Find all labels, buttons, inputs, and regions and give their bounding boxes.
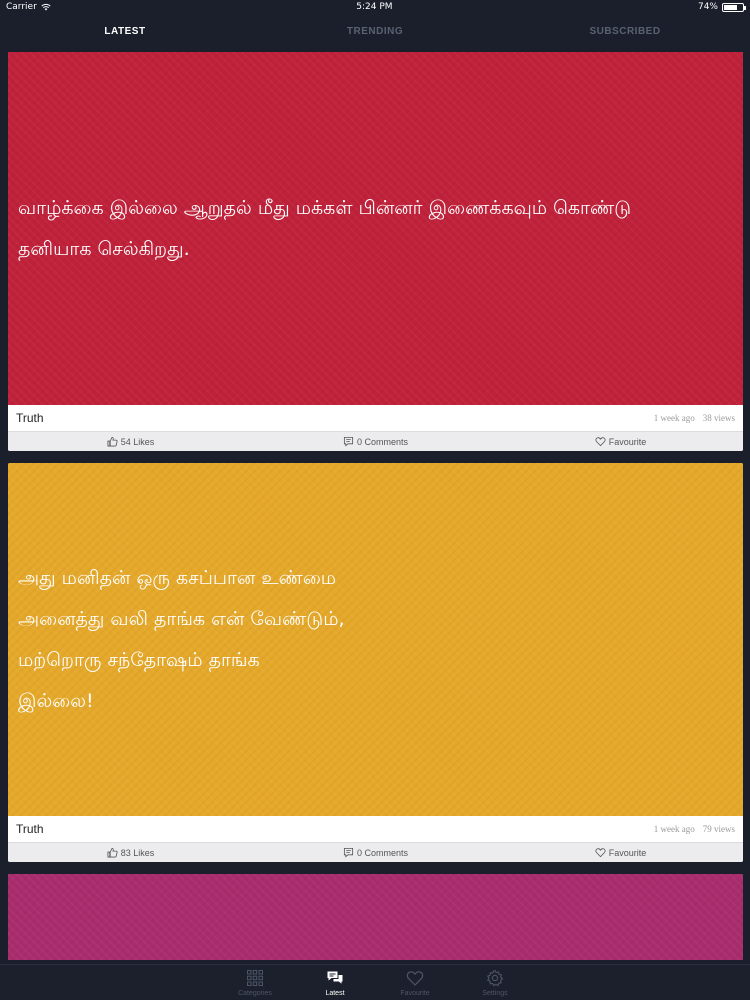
quote-feed: வாழ்க்கை இல்லை ஆறுதல் மீது மக்கள் பின்னர…: [8, 52, 743, 972]
heart-icon: [595, 848, 606, 858]
battery-fill: [724, 4, 738, 10]
heart-icon: [406, 970, 424, 986]
wifi-icon: [41, 3, 51, 11]
tab-subscribed[interactable]: SUBSCRIBED: [500, 26, 750, 37]
comment-icon: [343, 436, 354, 447]
favourite-button[interactable]: Favourite: [498, 847, 743, 858]
comments-button[interactable]: 0 Comments: [253, 847, 498, 858]
battery-percent: 74%: [697, 2, 718, 12]
thumbs-up-icon: [107, 436, 118, 447]
carrier-label: Carrier: [6, 2, 37, 12]
nav-settings[interactable]: Settings: [469, 965, 521, 1000]
tab-trending[interactable]: TRENDING: [250, 26, 500, 37]
time-ago: 1 week ago: [653, 413, 695, 423]
quote-line: அனைத்து வலி தாங்க என் வேண்டும்,: [18, 607, 345, 630]
like-button[interactable]: 54 Likes: [8, 436, 253, 447]
like-button[interactable]: 83 Likes: [8, 847, 253, 858]
comments-button[interactable]: 0 Comments: [253, 436, 498, 447]
card-category[interactable]: Truth: [16, 411, 44, 425]
thumbs-up-icon: [107, 847, 118, 858]
likes-label: 54 Likes: [120, 436, 155, 447]
card-actions: 83 Likes 0 Comments Favourite: [8, 842, 743, 862]
battery-icon: [722, 2, 746, 12]
nav-label: Settings: [482, 989, 508, 997]
nav-categories[interactable]: Categories: [229, 965, 281, 1000]
card-category[interactable]: Truth: [16, 822, 44, 836]
favourite-label: Favourite: [608, 436, 647, 447]
tab-latest[interactable]: LATEST: [0, 26, 250, 37]
status-right: 74%: [697, 2, 746, 12]
quote-line: மற்றொரு சந்தோஷம் தாங்க: [18, 648, 260, 671]
grid-icon: [247, 969, 263, 986]
comments-label: 0 Comments: [356, 847, 409, 858]
nav-label: Latest: [325, 989, 345, 997]
quote-card: [8, 874, 743, 960]
quote-image[interactable]: அது மனிதன் ஒரு கசப்பான உண்மை அனைத்து வலி…: [8, 463, 743, 816]
quote-card: வாழ்க்கை இல்லை ஆறுதல் மீது மக்கள் பின்னர…: [8, 52, 743, 451]
time-ago: 1 week ago: [653, 824, 695, 834]
card-meta: Truth 1 week ago 79 views: [8, 816, 743, 842]
nav-label: Favourite: [400, 989, 430, 997]
nav-favourite[interactable]: Favourite: [389, 965, 441, 1000]
status-left: Carrier: [6, 2, 51, 12]
top-tab-bar: LATEST TRENDING SUBSCRIBED: [0, 14, 750, 48]
quote-line: தனியாக செல்கிறது.: [18, 237, 190, 260]
quote-line: இல்லை!: [18, 689, 94, 712]
card-actions: 54 Likes 0 Comments Favourite: [8, 431, 743, 451]
quote-card: அது மனிதன் ஒரு கசப்பான உண்மை அனைத்து வலி…: [8, 463, 743, 862]
view-count: 79 views: [702, 824, 735, 834]
card-stats: 1 week ago 38 views: [654, 413, 735, 423]
comment-icon: [343, 847, 354, 858]
bottom-tab-bar: Categories Latest Favourite Settings: [0, 964, 750, 1000]
heart-icon: [595, 437, 606, 447]
quote-image[interactable]: வாழ்க்கை இல்லை ஆறுதல் மீது மக்கள் பின்னர…: [8, 52, 743, 405]
quote-image[interactable]: [8, 874, 743, 960]
gear-icon: [486, 969, 504, 986]
nav-latest[interactable]: Latest: [309, 965, 361, 1000]
favourite-button[interactable]: Favourite: [498, 436, 743, 447]
quote-line: அது மனிதன் ஒரு கசப்பான உண்மை: [18, 566, 337, 589]
favourite-label: Favourite: [608, 847, 647, 858]
card-meta: Truth 1 week ago 38 views: [8, 405, 743, 431]
quote-line: வாழ்க்கை இல்லை ஆறுதல் மீது மக்கள் பின்னர…: [18, 196, 632, 219]
chat-bubbles-icon: [327, 971, 343, 984]
comments-label: 0 Comments: [356, 436, 409, 447]
view-count: 38 views: [702, 413, 735, 423]
status-bar: Carrier 5:24 PM 74%: [0, 0, 750, 14]
nav-label: Categories: [238, 989, 272, 997]
card-stats: 1 week ago 79 views: [654, 824, 735, 834]
clock: 5:24 PM: [356, 2, 393, 12]
likes-label: 83 Likes: [120, 847, 155, 858]
